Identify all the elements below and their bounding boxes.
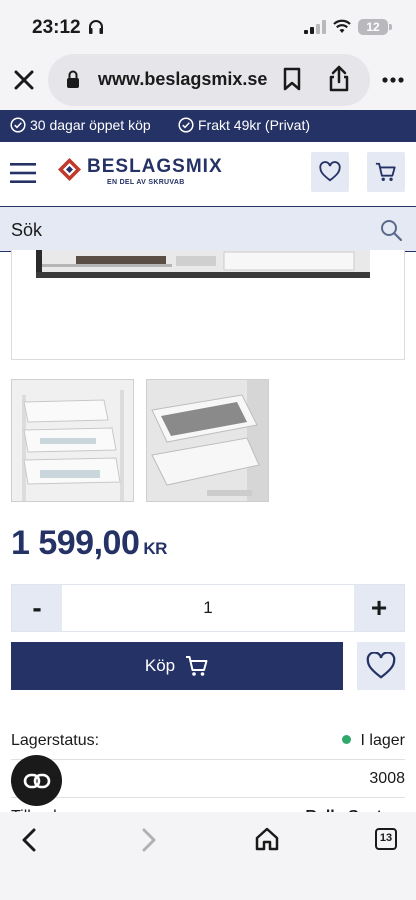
cellular-signal-icon <box>304 20 326 34</box>
detail-row-stock: Lagerstatus: I lager <box>11 722 405 760</box>
usp-text: 30 dagar öppet köp <box>30 117 151 133</box>
browser-toolbar: www.beslagsmix.se <box>0 54 416 110</box>
thumbnail-drawers-image <box>12 380 133 501</box>
battery-indicator: 12 <box>358 19 388 35</box>
logo-subtitle: EN DEL AV SKRUVAB <box>107 179 185 186</box>
tabs-button[interactable]: 13 <box>375 828 397 850</box>
more-options-icon[interactable] <box>382 77 404 83</box>
browser-bottom-bar: 13 <box>0 812 416 900</box>
stock-status: I lager <box>341 732 405 750</box>
url-text[interactable]: www.beslagsmix.se <box>98 69 267 90</box>
logo-icon[interactable] <box>57 157 82 182</box>
thumbnail-1[interactable] <box>11 379 134 502</box>
check-circle-icon <box>178 117 194 133</box>
product-price: 1 599,00 KR <box>11 524 167 563</box>
quantity-decrease-button[interactable]: - <box>12 585 62 631</box>
usp-item-open-purchase: 30 dagar öppet köp <box>10 117 151 133</box>
cart-icon <box>186 656 208 676</box>
price-currency: KR <box>143 539 167 558</box>
price-value: 1 599,00 <box>11 524 140 562</box>
logo-text[interactable]: BESLAGSMIX <box>87 156 223 178</box>
cart-icon <box>375 162 396 181</box>
page: 23:12 12 www.beslagsmix.se 30 dagar öppe… <box>0 0 416 900</box>
product-main-image[interactable] <box>11 250 405 360</box>
in-stock-dot-icon <box>341 735 351 744</box>
status-time: 23:12 <box>32 17 81 38</box>
bookmark-icon[interactable] <box>282 67 302 91</box>
usp-text: Frakt 49kr (Privat) <box>198 117 311 133</box>
thumbnail-2[interactable] <box>146 379 269 502</box>
usp-item-shipping: Frakt 49kr (Privat) <box>178 117 310 133</box>
back-icon[interactable] <box>20 828 38 852</box>
quantity-stepper: - 1 + <box>11 584 405 632</box>
detail-value: 3008 <box>369 770 405 787</box>
heart-icon <box>366 652 396 679</box>
product-photo-partial <box>36 250 370 278</box>
hamburger-menu-icon[interactable] <box>10 162 36 184</box>
search-input[interactable]: Sök <box>11 220 42 241</box>
chat-link-icon <box>23 773 50 788</box>
buy-button[interactable]: Köp <box>11 642 343 690</box>
thumbnail-drawers-closeup-image <box>147 380 268 501</box>
usp-bar: 30 dagar öppet köp Frakt 49kr (Privat) <box>0 110 416 142</box>
share-icon[interactable] <box>328 65 350 92</box>
status-bar: 23:12 12 <box>0 0 416 54</box>
chat-button[interactable] <box>11 755 62 806</box>
close-icon[interactable] <box>12 68 36 92</box>
lock-icon <box>67 70 79 88</box>
quantity-increase-button[interactable]: + <box>354 585 404 631</box>
wishlist-button[interactable] <box>311 152 349 192</box>
wifi-icon <box>333 19 351 33</box>
detail-label: Lagerstatus: <box>11 732 100 749</box>
search-bar[interactable]: Sök <box>0 206 416 252</box>
stock-status-text: I lager <box>360 732 405 749</box>
heart-icon <box>319 161 341 182</box>
detail-row-article-number: Art.nr: 3008 <box>11 760 405 798</box>
quantity-input[interactable]: 1 <box>62 585 354 631</box>
add-to-wishlist-button[interactable] <box>357 642 405 690</box>
site-header: BESLAGSMIX EN DEL AV SKRUVAB <box>0 142 416 206</box>
search-icon[interactable] <box>380 219 402 241</box>
forward-icon[interactable] <box>140 828 158 852</box>
headphones-icon <box>89 20 103 34</box>
battery-tip <box>389 24 392 30</box>
home-icon[interactable] <box>255 827 279 851</box>
cart-button[interactable] <box>367 152 405 192</box>
buy-button-label: Köp <box>144 656 176 675</box>
check-circle-icon <box>10 117 26 133</box>
